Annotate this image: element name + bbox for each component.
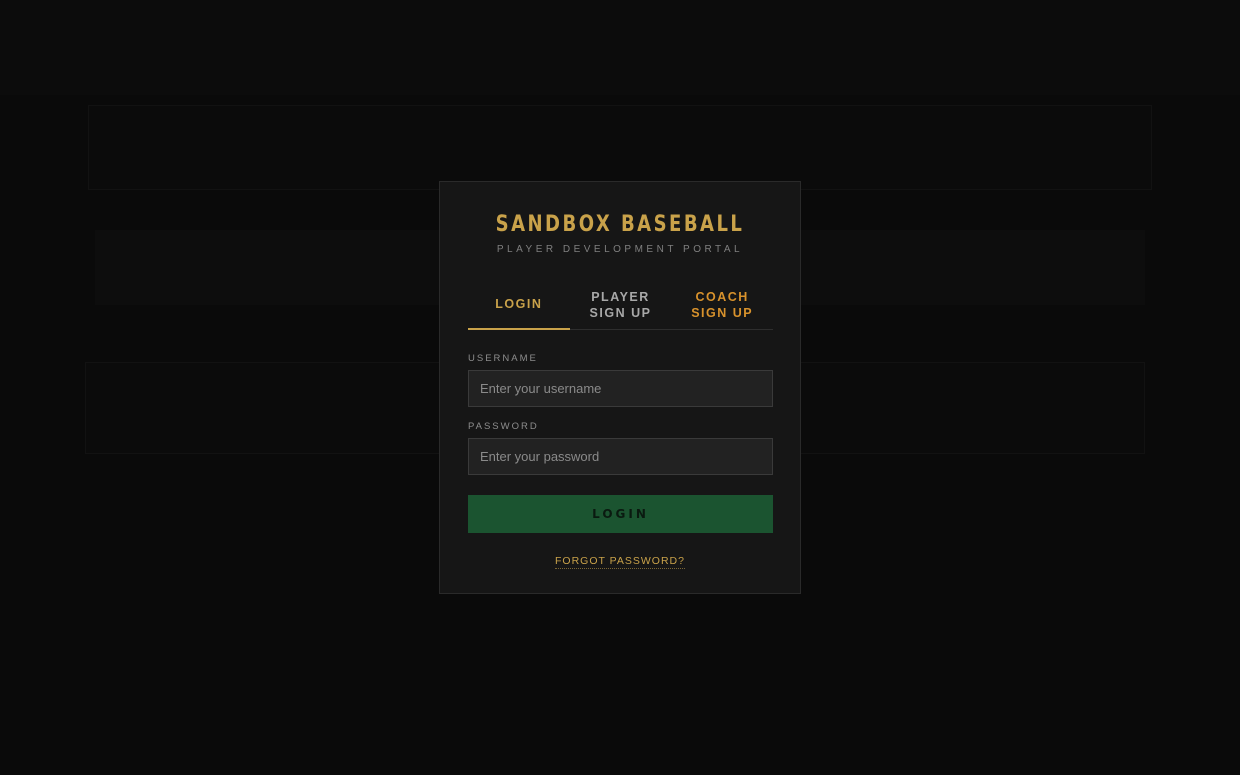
forgot-password-container: FORGOT PASSWORD? — [440, 551, 800, 569]
auth-tabs: LOGIN PLAYER SIGN UP COACH SIGN UP — [468, 280, 773, 330]
background-stats-panel — [88, 105, 1152, 190]
username-label: USERNAME — [468, 353, 538, 364]
login-button[interactable]: LOGIN — [468, 495, 773, 533]
tab-player-sign-up[interactable]: PLAYER SIGN UP — [570, 280, 672, 329]
tab-coach-sign-up[interactable]: COACH SIGN UP — [671, 280, 773, 329]
password-label: PASSWORD — [468, 421, 539, 432]
username-input[interactable] — [468, 370, 773, 407]
password-input[interactable] — [468, 438, 773, 475]
brand-title: SANDBOX BASEBALL — [495, 212, 745, 237]
forgot-password-link[interactable]: FORGOT PASSWORD? — [555, 555, 685, 569]
brand-subtitle: PLAYER DEVELOPMENT PORTAL — [496, 244, 744, 255]
tab-login[interactable]: LOGIN — [468, 280, 570, 330]
login-modal: SANDBOX BASEBALL PLAYER DEVELOPMENT PORT… — [439, 181, 801, 594]
background-header — [0, 0, 1240, 95]
